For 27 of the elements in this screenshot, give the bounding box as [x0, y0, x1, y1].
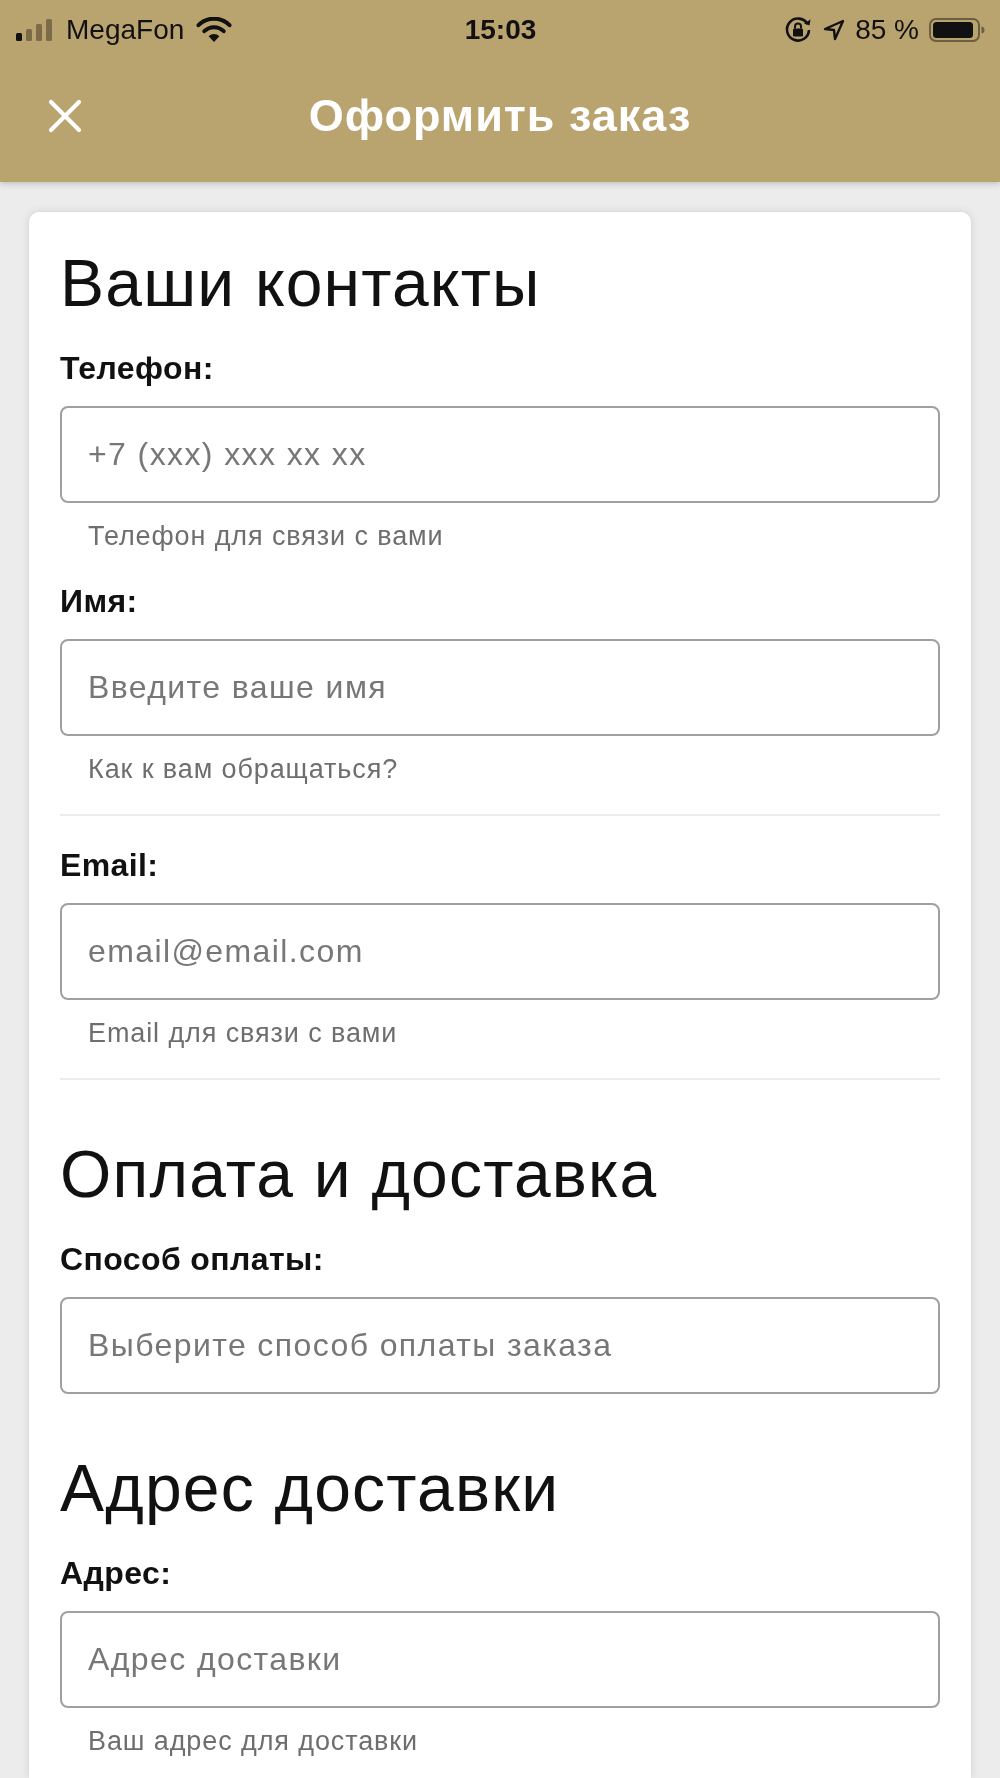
field-label: Телефон: [60, 350, 215, 386]
section-heading: Оплата и доставка [60, 1138, 659, 1210]
input-field[interactable]: Введите ваше имя [60, 639, 940, 736]
section-heading: Адрес доставки [60, 1452, 561, 1524]
location-arrow-icon [823, 19, 846, 41]
carrier-name: MegaFon [66, 13, 185, 47]
field-label: Способ оплаты: [60, 1241, 325, 1277]
field-hint: Ваш адрес для доставки [87, 1725, 419, 1757]
input-field[interactable]: email@email.com [60, 903, 940, 1000]
field-label: Email: [60, 847, 160, 883]
clock-time: 15:03 [464, 13, 537, 47]
battery-percentage: 85 % [855, 13, 919, 47]
signal-icon [16, 19, 54, 41]
field-hint: Телефон для связи с вами [87, 520, 445, 552]
section-heading: Ваши контакты [60, 247, 542, 319]
wifi-icon [196, 17, 233, 43]
field-label: Адрес: [60, 1555, 173, 1591]
input-field[interactable]: Выберите способ оплаты заказа [60, 1297, 940, 1394]
input-field[interactable]: +7 (xxx) xxx xx xx [60, 406, 940, 503]
field-hint: Email для связи с вами [87, 1017, 399, 1049]
field-hint: Как к вам обращаться? [87, 753, 400, 785]
battery-icon [929, 18, 985, 42]
input-field[interactable]: Адрес доставки [60, 1611, 940, 1708]
page-title: Оформить заказ [307, 90, 693, 142]
close-icon [48, 99, 82, 133]
close-button[interactable] [46, 97, 84, 135]
field-label: Имя: [60, 583, 139, 619]
